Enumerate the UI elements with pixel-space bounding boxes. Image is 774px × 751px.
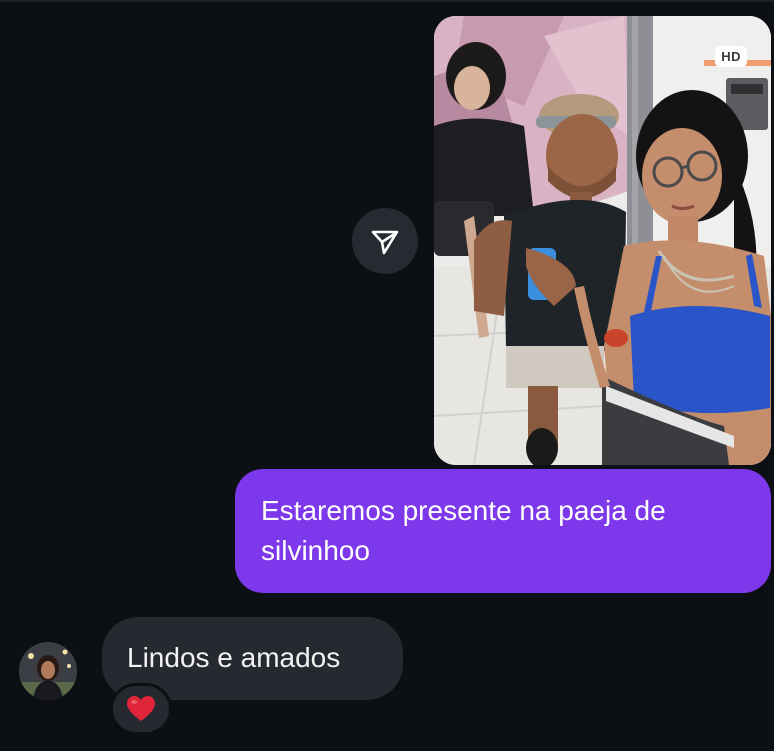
chat-screen: HD Estaremos presente na paeja de silvin… [0,0,774,751]
send-paper-plane-icon [371,230,399,255]
photo-illustration [434,16,771,465]
shared-photo[interactable]: HD [434,16,771,465]
outgoing-message-text: Estaremos presente na paeja de silvinhoo [261,495,666,566]
outgoing-message-bubble[interactable]: Estaremos presente na paeja de silvinhoo [235,469,771,593]
hd-quality-badge: HD [715,46,747,67]
heart-icon [127,696,155,721]
avatar[interactable] [19,642,77,700]
share-button[interactable] [352,208,418,274]
reaction-badge[interactable] [110,683,172,735]
avatar-image [19,642,77,700]
divider [0,0,774,2]
incoming-message-text: Lindos e amados [127,642,341,673]
